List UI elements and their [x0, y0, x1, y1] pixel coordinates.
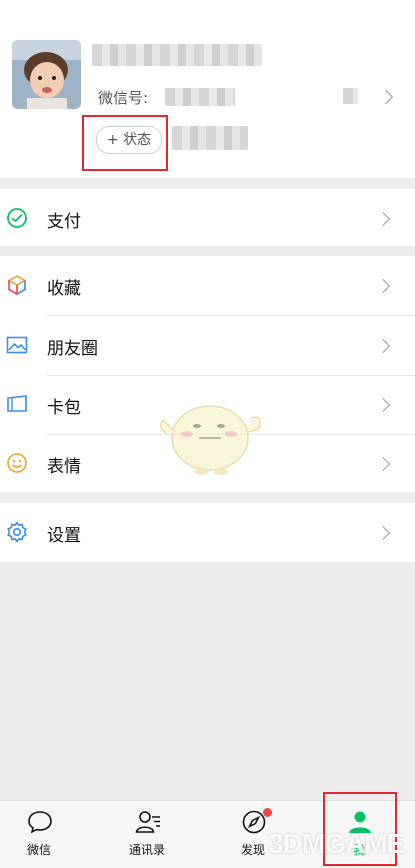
card-icon	[6, 393, 28, 415]
wallet-icon	[6, 207, 28, 229]
avatar[interactable]	[12, 40, 81, 109]
menu-item-label: 表情	[47, 457, 81, 477]
notification-dot	[263, 808, 272, 817]
tab-contacts[interactable]: 通讯录	[112, 801, 182, 868]
chat-bubble-icon	[28, 811, 52, 834]
chevron-right-icon	[375, 525, 391, 541]
wechat-id-redacted	[165, 88, 235, 106]
mascot-watermark-icon	[160, 405, 261, 475]
menu-item-label: 支付	[47, 212, 81, 232]
photo-icon	[6, 334, 28, 356]
contacts-icon	[135, 811, 160, 833]
tab-label: 通讯录	[128, 843, 165, 857]
tab-label: 微信	[26, 843, 51, 857]
menu-item-pay[interactable]: 支付	[0, 189, 415, 248]
status-redacted	[172, 126, 248, 150]
chevron-right-icon	[375, 211, 391, 227]
menu-item-label: 朋友圈	[47, 339, 98, 359]
smiley-icon	[6, 452, 28, 474]
chevron-right-icon	[375, 338, 391, 354]
menu-item-moments[interactable]: 朋友圈	[0, 316, 415, 375]
pay-section: 支付	[0, 189, 415, 246]
menu-item-label: 收藏	[47, 279, 81, 299]
cube-icon	[6, 274, 28, 296]
nickname-redacted	[92, 44, 262, 66]
menu-item-label: 设置	[47, 526, 81, 546]
tab-chats[interactable]: 微信	[4, 801, 74, 868]
settings-section: 设置	[0, 503, 415, 562]
gear-icon	[6, 521, 28, 543]
chevron-right-icon	[378, 89, 394, 105]
qr-redacted	[343, 88, 358, 104]
chevron-right-icon	[375, 397, 391, 413]
menu-item-favorites[interactable]: 收藏	[0, 256, 415, 315]
chevron-right-icon	[375, 456, 391, 472]
status-highlight-box	[82, 115, 168, 171]
menu-item-settings[interactable]: 设置	[0, 503, 415, 562]
chevron-right-icon	[375, 278, 391, 294]
watermark-logo: 3DMGAME	[268, 828, 405, 859]
wechat-id-label: 微信号:	[98, 89, 149, 107]
menu-item-label: 卡包	[47, 398, 81, 418]
profile-header[interactable]: 微信号: + 状态	[0, 0, 415, 178]
